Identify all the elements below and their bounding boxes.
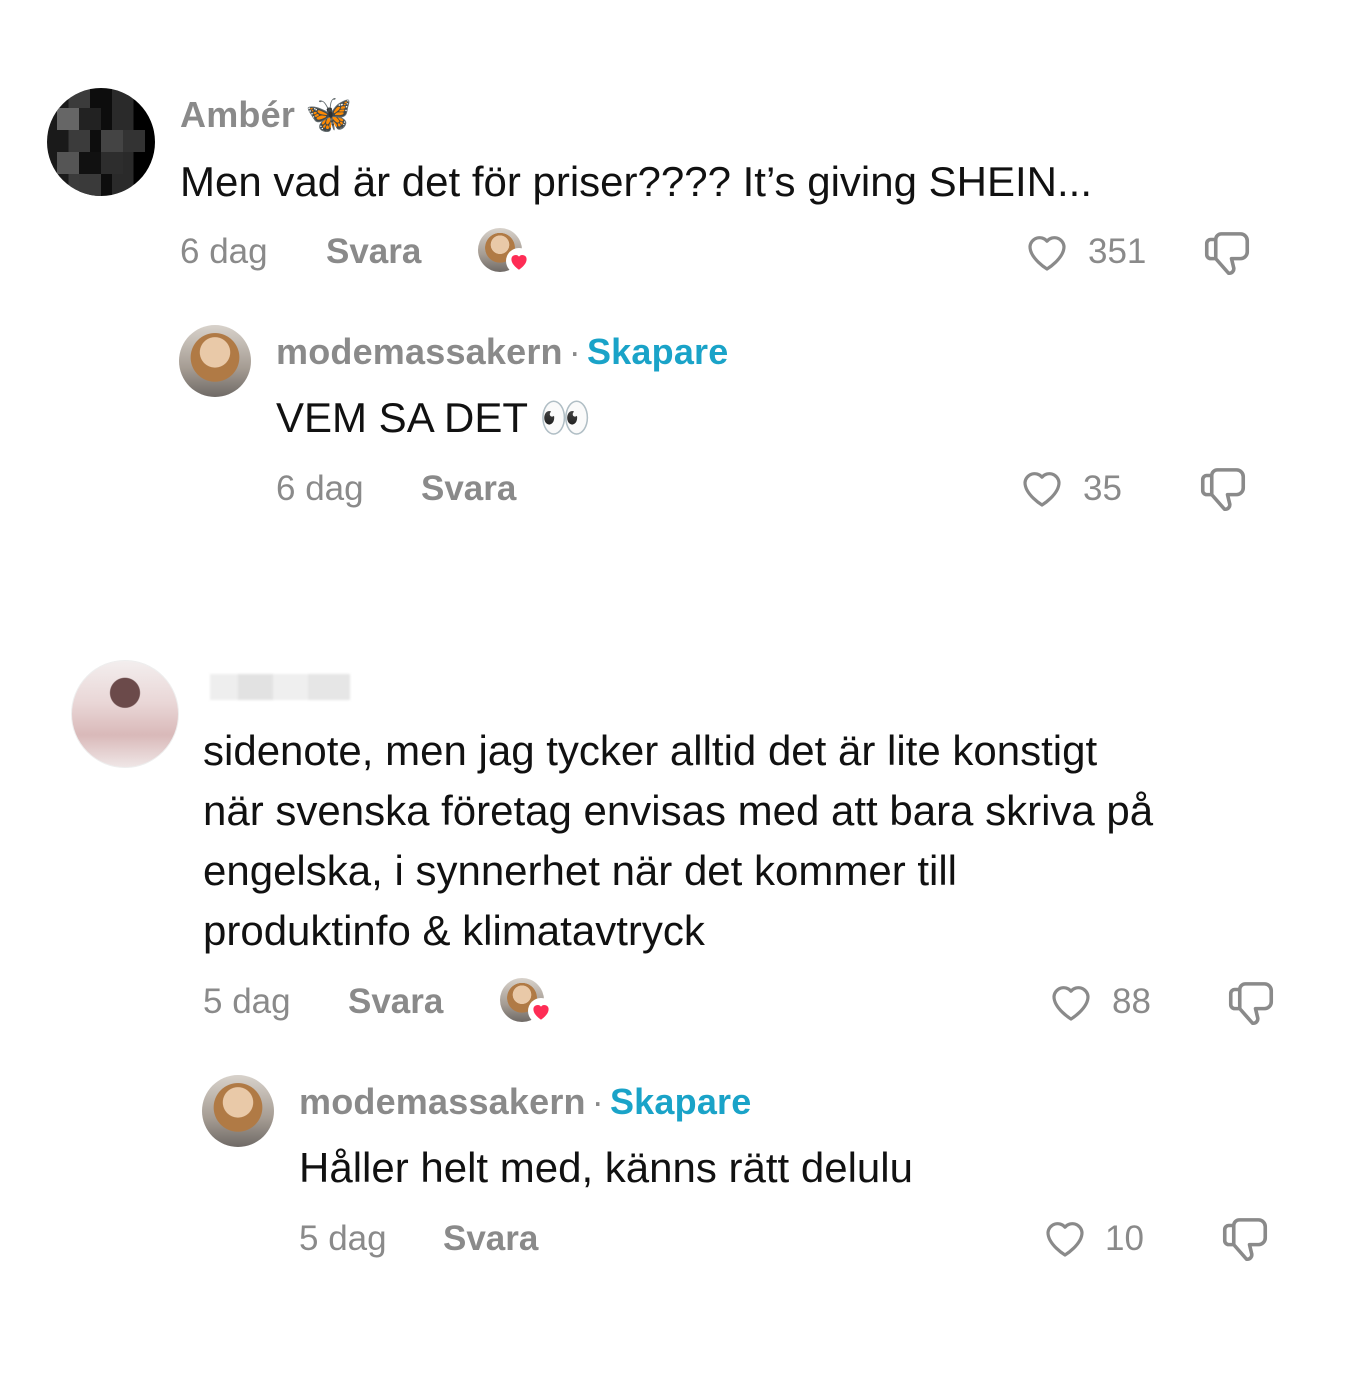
reply-button[interactable]: Svara [443,1219,538,1259]
heart-outline-icon[interactable] [1020,228,1074,276]
creator-badge: Skapare [586,331,729,372]
creator-liked-heart-icon [528,998,554,1024]
comment-text: sidenote, men jag tycker alltid det är l… [203,727,1154,954]
heart-outline-icon[interactable] [1015,464,1069,512]
reply-time: 6 dag [276,469,364,508]
reply-username[interactable]: modemassakern [276,331,563,372]
creator-liked-badge [478,228,538,280]
heart-outline-icon[interactable] [1038,1214,1092,1262]
commenter-avatar[interactable] [47,88,155,196]
reply-username[interactable]: modemassakern [299,1081,586,1122]
thumbs-down-icon[interactable] [1200,226,1254,280]
like-count: 10 [1105,1219,1144,1258]
commenter-username[interactable]: Ambér 🦋 [180,93,353,137]
creator-liked-badge [500,978,560,1030]
commenter-username[interactable] [210,674,350,700]
reply-button[interactable]: Svara [326,232,421,272]
reply-button[interactable]: Svara [348,982,443,1022]
thumbs-down-icon[interactable] [1196,462,1250,516]
butterfly-emoji: 🦋 [305,94,353,136]
like-count: 351 [1088,232,1147,271]
comment-time: 5 dag [203,982,291,1021]
reply-username-row: modemassakern · Skapare [276,331,729,372]
creator-badge: Skapare [609,1081,752,1122]
like-count: 88 [1112,982,1151,1021]
reply-time: 5 dag [299,1219,387,1258]
thumbs-down-icon[interactable] [1224,976,1278,1030]
like-count: 35 [1083,469,1122,508]
reply-button[interactable]: Svara [421,469,516,509]
thumbs-down-icon[interactable] [1218,1212,1272,1266]
creator-avatar[interactable] [202,1075,274,1147]
creator-liked-heart-icon [506,248,532,274]
heart-outline-icon[interactable] [1044,978,1098,1026]
reply-text: Håller helt med, känns rätt delulu [299,1144,913,1191]
creator-avatar[interactable] [179,325,251,397]
reply-username-row: modemassakern · Skapare [299,1081,752,1122]
reply-text: VEM SA DET 👀 [276,394,592,441]
comment-text: Men vad är det för priser???? It’s givin… [180,158,1092,205]
comment-time: 6 dag [180,232,268,271]
commenter-avatar[interactable] [71,660,179,768]
